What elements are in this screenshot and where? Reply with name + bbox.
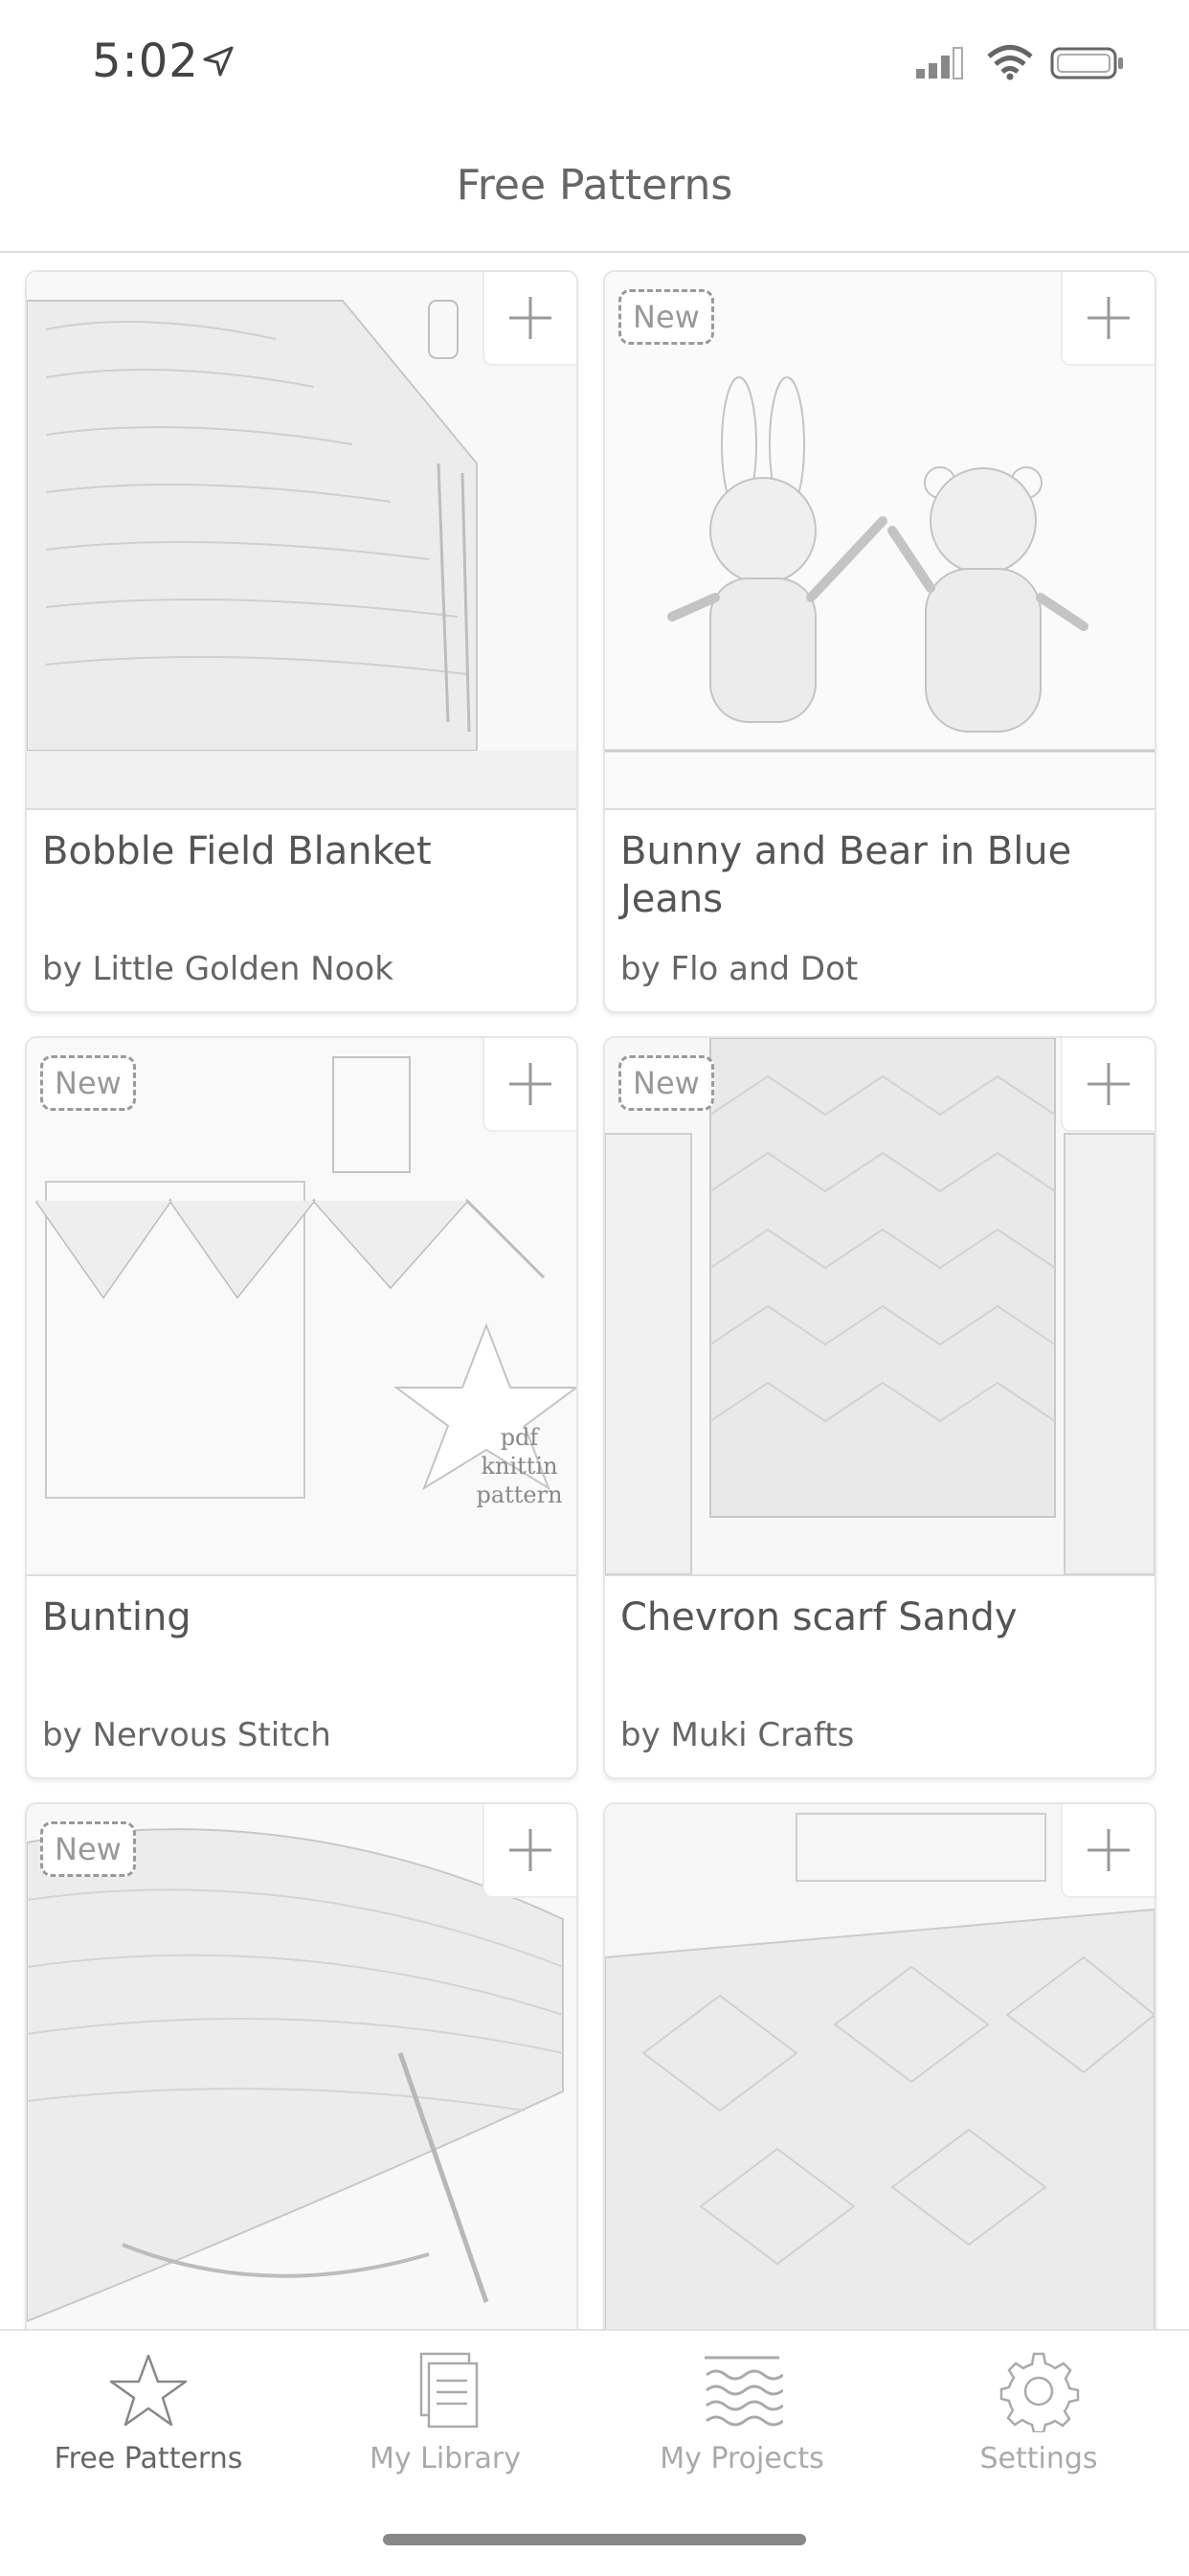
tab-free-patterns[interactable]: Free Patterns xyxy=(29,2350,268,2503)
pattern-card[interactable]: New Chevron scarf Sandy by Muki Crafts xyxy=(603,1036,1156,1779)
status-time: 5:02 xyxy=(92,34,199,88)
pattern-title: Chevron scarf Sandy xyxy=(620,1595,1018,1639)
tab-label: Settings xyxy=(979,2442,1098,2475)
tab-my-projects[interactable]: My Projects xyxy=(622,2350,862,2503)
tab-label: Free Patterns xyxy=(54,2442,243,2475)
pattern-card[interactable]: New xyxy=(25,1802,578,2329)
plus-icon xyxy=(509,1829,551,1871)
projects-icon xyxy=(705,2356,783,2427)
plus-icon xyxy=(509,297,551,339)
wifi-icon xyxy=(987,45,1033,80)
add-to-library-button[interactable] xyxy=(1061,1804,1155,1898)
star-icon xyxy=(109,2354,188,2427)
add-to-library-button[interactable] xyxy=(1061,272,1155,366)
image-text-line: pattern xyxy=(476,1481,563,1508)
home-indicator[interactable] xyxy=(383,2534,806,2545)
gear-icon xyxy=(999,2352,1080,2432)
pattern-author: by Nervous Stitch xyxy=(42,1716,331,1754)
tab-my-library[interactable]: My Library xyxy=(325,2350,565,2503)
add-to-library-button[interactable] xyxy=(482,272,576,366)
status-bar: 5:02 xyxy=(0,0,1189,124)
pattern-title: Bunting xyxy=(42,1595,191,1639)
header-divider xyxy=(0,251,1189,253)
new-badge: New xyxy=(618,1055,714,1111)
add-to-library-button[interactable] xyxy=(482,1038,576,1132)
pattern-card[interactable]: Bobble Field Blanket by Little Golden No… xyxy=(25,270,578,1013)
library-icon xyxy=(419,2352,479,2429)
pattern-title: Bunny and Bear in Blue Jeans xyxy=(620,829,1072,921)
location-arrow-icon xyxy=(203,46,234,77)
pattern-author: by Little Golden Nook xyxy=(42,950,393,988)
tab-label: My Projects xyxy=(660,2442,824,2475)
battery-icon xyxy=(1050,47,1123,79)
new-badge: New xyxy=(40,1821,136,1877)
new-badge: New xyxy=(618,289,714,345)
plus-icon xyxy=(1088,297,1130,339)
pattern-title: Bobble Field Blanket xyxy=(42,829,432,873)
new-badge: New xyxy=(40,1055,136,1111)
plus-icon xyxy=(509,1063,551,1105)
image-text-line: pdf knittin xyxy=(481,1424,558,1480)
pattern-author: by Flo and Dot xyxy=(620,950,859,988)
tab-label: My Library xyxy=(369,2442,522,2475)
plus-icon xyxy=(1088,1063,1130,1105)
pattern-author: by Muki Crafts xyxy=(620,1716,855,1754)
pattern-grid[interactable]: Bobble Field Blanket by Little Golden No… xyxy=(0,270,1189,2329)
add-to-library-button[interactable] xyxy=(1061,1038,1155,1132)
tab-settings[interactable]: Settings xyxy=(919,2350,1158,2503)
page-title: Free Patterns xyxy=(456,161,733,210)
add-to-library-button[interactable] xyxy=(482,1804,576,1898)
pattern-card[interactable] xyxy=(603,1802,1156,2329)
cellular-signal-icon xyxy=(916,47,963,79)
pattern-card[interactable]: pdf knittin pattern New Bunting by Nervo… xyxy=(25,1036,578,1779)
plus-icon xyxy=(1088,1829,1130,1871)
pattern-card[interactable]: New Bunny and Bear in Blue Jeans by Flo … xyxy=(603,270,1156,1013)
